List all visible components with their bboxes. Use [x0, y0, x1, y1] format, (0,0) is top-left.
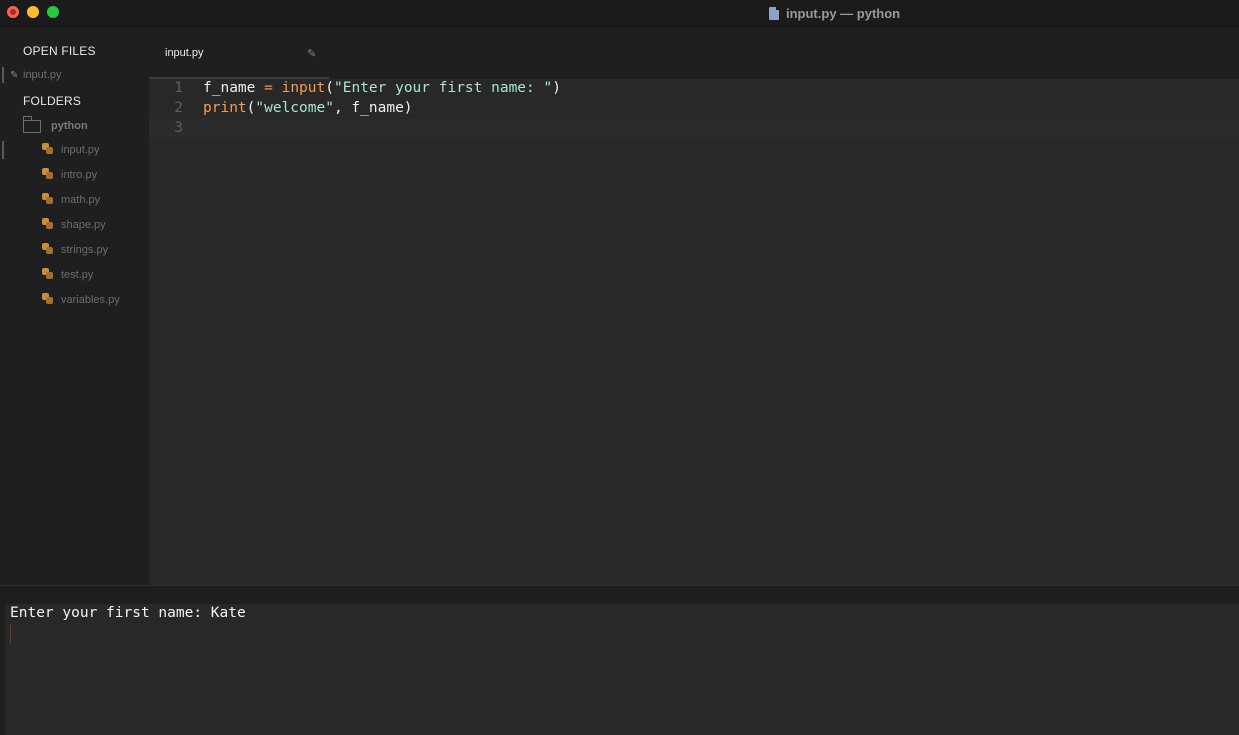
folders-heading: FOLDERS [23, 94, 82, 108]
active-indicator [2, 141, 4, 159]
code-editor[interactable]: 1 f_name = input("Enter your first name:… [149, 79, 1239, 585]
code-line-current: 3 [149, 119, 1239, 139]
pencil-icon: ✎ [10, 70, 19, 81]
sidebar-file-shape-py[interactable]: shape.py [0, 216, 149, 234]
sidebar-file-intro-py[interactable]: intro.py [0, 166, 149, 184]
line-number: 3 [174, 120, 183, 136]
console-output: Enter your first name: Kate [10, 605, 246, 621]
paren: ( [325, 80, 334, 96]
tab-input-py[interactable]: input.py ✎ [149, 27, 329, 79]
code-rest: , f_name) [333, 100, 413, 116]
active-indicator [2, 67, 4, 83]
paren: ) [552, 80, 561, 96]
title-bar: input.py — python [0, 0, 1239, 27]
function-name: print [203, 100, 247, 116]
window-title-text: input.py — python [786, 5, 901, 21]
panel-divider[interactable] [0, 585, 1239, 605]
operator: = [264, 80, 273, 96]
python-file-icon [42, 243, 53, 254]
file-label: test.py [61, 269, 94, 281]
string-literal: "welcome" [255, 100, 334, 116]
window-title: input.py — python [769, 4, 900, 22]
sidebar-file-math-py[interactable]: math.py [0, 191, 149, 209]
python-file-icon [42, 293, 53, 304]
folder-icon [22, 115, 41, 133]
text-caret [10, 625, 11, 644]
string-literal: "Enter your first name: " [333, 80, 553, 96]
sidebar-file-input-py[interactable]: input.py [0, 141, 149, 159]
open-file-label: input.py [23, 69, 62, 81]
minimize-window-button[interactable] [27, 6, 39, 18]
console-panel[interactable]: Enter your first name: Kate [5, 604, 1239, 735]
line-number: 2 [174, 100, 183, 116]
sidebar: OPEN FILES ✎ input.py FOLDERS python inp… [0, 27, 149, 585]
code-line: 1 f_name = input("Enter your first name:… [149, 79, 1239, 99]
file-label: input.py [61, 144, 100, 156]
document-icon [769, 6, 779, 20]
file-label: variables.py [61, 294, 120, 306]
folder-python[interactable]: python [22, 115, 88, 135]
code-text: print("welcome", f_name) [203, 100, 413, 116]
open-file-item[interactable]: ✎ input.py [0, 67, 149, 85]
tab-bar: input.py ✎ [149, 27, 1239, 79]
maximize-window-button[interactable] [47, 6, 59, 18]
file-label: shape.py [61, 219, 106, 231]
python-file-icon [42, 143, 53, 154]
line-number: 1 [174, 80, 183, 96]
open-files-heading: OPEN FILES [23, 44, 96, 58]
sidebar-file-strings-py[interactable]: strings.py [0, 241, 149, 259]
folder-label: python [51, 120, 88, 132]
function-name: input [281, 80, 326, 96]
python-file-icon [42, 218, 53, 229]
code-text: f_name = input("Enter your first name: "… [203, 80, 561, 96]
file-label: math.py [61, 194, 101, 206]
python-file-icon [42, 268, 53, 279]
identifier: f_name [203, 80, 256, 96]
file-label: strings.py [61, 244, 109, 256]
sidebar-file-variables-py[interactable]: variables.py [0, 291, 149, 309]
python-file-icon [42, 168, 53, 179]
python-file-icon [42, 193, 53, 204]
close-window-button[interactable] [7, 6, 19, 18]
sidebar-file-test-py[interactable]: test.py [0, 266, 149, 284]
file-label: intro.py [61, 169, 98, 181]
tab-label: input.py [165, 47, 204, 59]
code-line: 2 print("welcome", f_name) [149, 99, 1239, 119]
modified-pencil-icon[interactable]: ✎ [307, 47, 316, 60]
